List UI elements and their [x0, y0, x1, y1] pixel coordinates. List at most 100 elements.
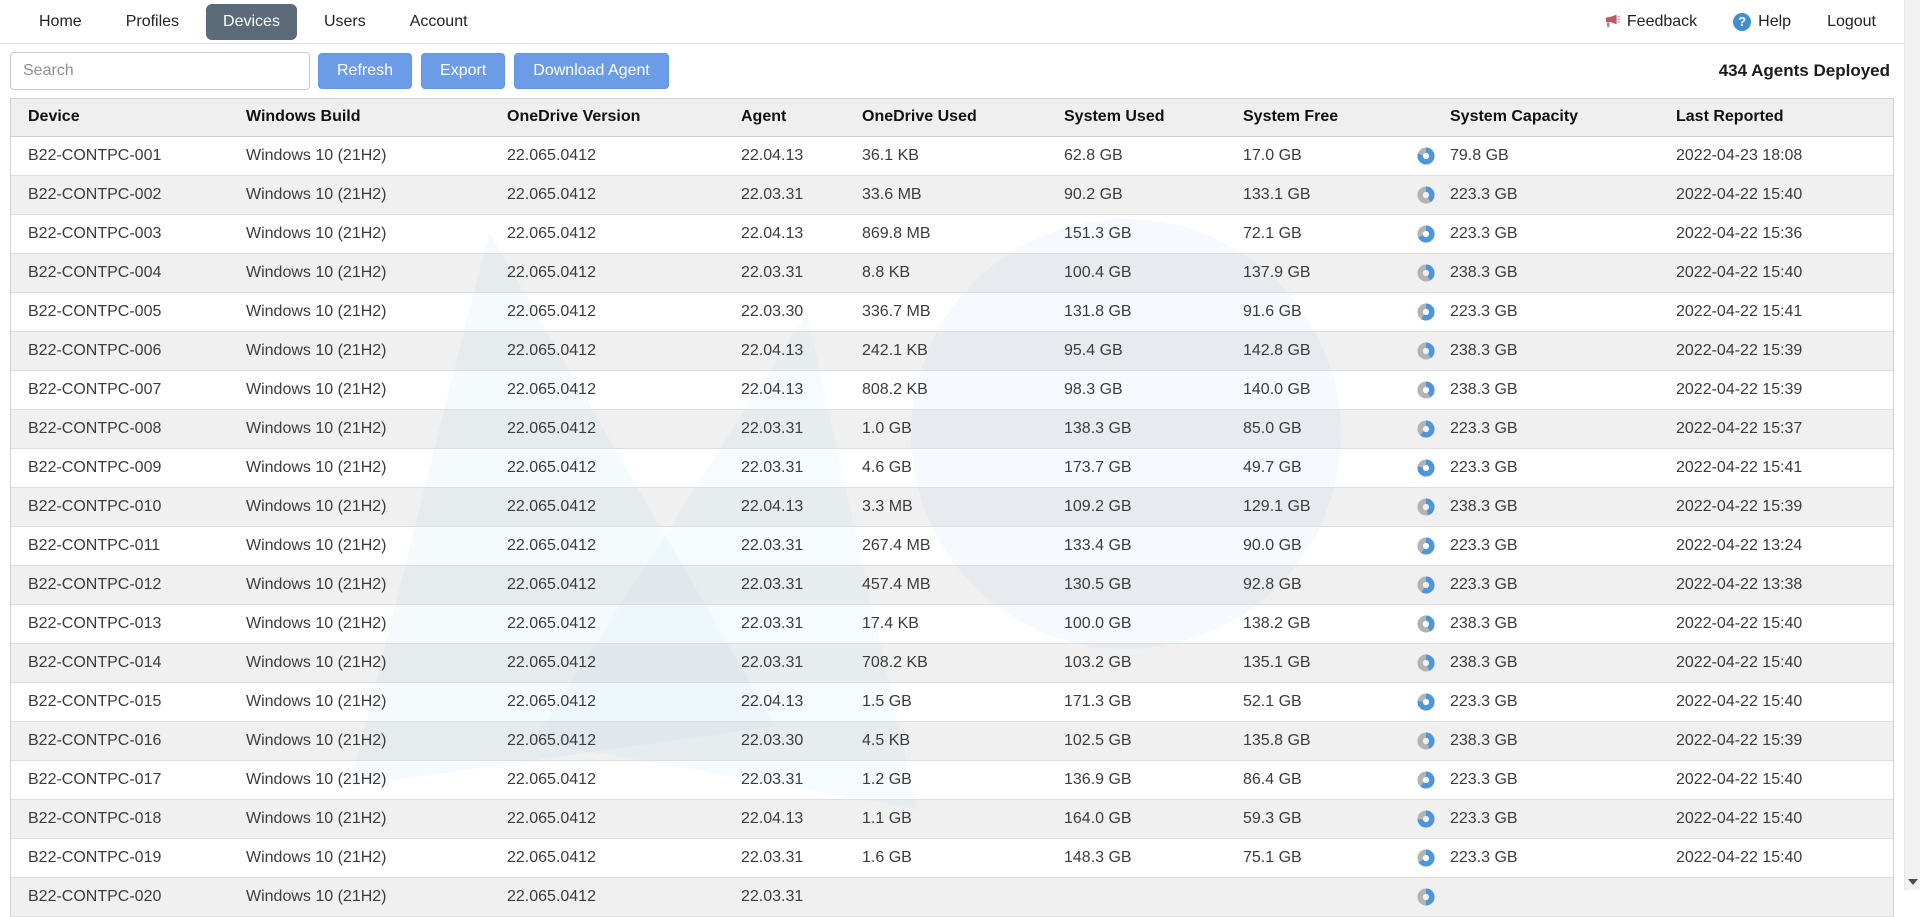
cell-windows-build: Windows 10 (21H2) [229, 214, 490, 253]
capacity-value: 238.3 GB [1450, 654, 1518, 672]
vertical-scrollbar[interactable] [1904, 0, 1920, 890]
cell-agent: 22.04.13 [724, 214, 845, 253]
col-header-system-free[interactable]: System Free [1226, 99, 1400, 136]
cell-agent: 22.04.13 [724, 487, 845, 526]
cell-last-reported: 2022-04-22 15:40 [1659, 253, 1893, 292]
cell-system-free: 133.1 GB [1226, 175, 1400, 214]
cell-last-reported: 2022-04-22 15:40 [1659, 799, 1893, 838]
cell-windows-build: Windows 10 (21H2) [229, 565, 490, 604]
table-row[interactable]: B22-CONTPC-014Windows 10 (21H2)22.065.04… [11, 643, 1893, 682]
col-header-windows-build[interactable]: Windows Build [229, 99, 490, 136]
col-header-device[interactable]: Device [11, 99, 229, 136]
cell-windows-build: Windows 10 (21H2) [229, 448, 490, 487]
cell-windows-build: Windows 10 (21H2) [229, 877, 490, 916]
cell-agent: 22.04.13 [724, 136, 845, 175]
cell-system-capacity: 238.3 GB [1400, 721, 1659, 760]
table-row[interactable]: B22-CONTPC-005Windows 10 (21H2)22.065.04… [11, 292, 1893, 331]
cell-system-free: 91.6 GB [1226, 292, 1400, 331]
capacity-donut-icon [1417, 186, 1435, 204]
col-header-agent[interactable]: Agent [724, 99, 845, 136]
cell-system-free: 140.0 GB [1226, 370, 1400, 409]
table-row[interactable]: B22-CONTPC-002Windows 10 (21H2)22.065.04… [11, 175, 1893, 214]
cell-windows-build: Windows 10 (21H2) [229, 136, 490, 175]
cell-device: B22-CONTPC-001 [11, 136, 229, 175]
table-row[interactable]: B22-CONTPC-008Windows 10 (21H2)22.065.04… [11, 409, 1893, 448]
cell-onedrive-version: 22.065.0412 [490, 175, 724, 214]
nav-item-users[interactable]: Users [307, 4, 383, 40]
cell-agent: 22.04.13 [724, 682, 845, 721]
nav-item-profiles[interactable]: Profiles [109, 4, 196, 40]
table-row[interactable]: B22-CONTPC-011Windows 10 (21H2)22.065.04… [11, 526, 1893, 565]
cell-onedrive-used: 1.0 GB [845, 409, 1047, 448]
table-row[interactable]: B22-CONTPC-001Windows 10 (21H2)22.065.04… [11, 136, 1893, 175]
cell-system-used: 100.4 GB [1047, 253, 1226, 292]
table-row[interactable]: B22-CONTPC-006Windows 10 (21H2)22.065.04… [11, 331, 1893, 370]
capacity-donut-icon [1417, 771, 1435, 789]
nav-item-account[interactable]: Account [393, 4, 485, 40]
table-row[interactable]: B22-CONTPC-012Windows 10 (21H2)22.065.04… [11, 565, 1893, 604]
refresh-button[interactable]: Refresh [318, 53, 412, 89]
table-row[interactable]: B22-CONTPC-003Windows 10 (21H2)22.065.04… [11, 214, 1893, 253]
cell-device: B22-CONTPC-005 [11, 292, 229, 331]
download-agent-button[interactable]: Download Agent [514, 53, 669, 89]
cell-last-reported [1659, 877, 1893, 916]
capacity-value: 223.3 GB [1450, 420, 1518, 438]
cell-system-capacity: 223.3 GB [1400, 175, 1659, 214]
cell-windows-build: Windows 10 (21H2) [229, 760, 490, 799]
table-row[interactable]: B22-CONTPC-017Windows 10 (21H2)22.065.04… [11, 760, 1893, 799]
col-header-onedrive-used[interactable]: OneDrive Used [845, 99, 1047, 136]
cell-device: B22-CONTPC-015 [11, 682, 229, 721]
feedback-label: Feedback [1627, 13, 1697, 31]
table-row[interactable]: B22-CONTPC-004Windows 10 (21H2)22.065.04… [11, 253, 1893, 292]
help-label: Help [1758, 13, 1791, 31]
table-row[interactable]: B22-CONTPC-013Windows 10 (21H2)22.065.04… [11, 604, 1893, 643]
cell-last-reported: 2022-04-22 15:40 [1659, 175, 1893, 214]
cell-system-free: 49.7 GB [1226, 448, 1400, 487]
table-row[interactable]: B22-CONTPC-016Windows 10 (21H2)22.065.04… [11, 721, 1893, 760]
cell-system-capacity: 238.3 GB [1400, 643, 1659, 682]
cell-onedrive-used: 36.1 KB [845, 136, 1047, 175]
cell-agent: 22.03.31 [724, 877, 845, 916]
cell-onedrive-version: 22.065.0412 [490, 799, 724, 838]
cell-onedrive-used: 336.7 MB [845, 292, 1047, 331]
nav-tabs: Home Profiles Devices Users Account [22, 4, 485, 40]
search-input[interactable] [10, 52, 310, 90]
table-row[interactable]: B22-CONTPC-009Windows 10 (21H2)22.065.04… [11, 448, 1893, 487]
cell-last-reported: 2022-04-22 15:39 [1659, 331, 1893, 370]
cell-device: B22-CONTPC-009 [11, 448, 229, 487]
scroll-down-arrow-icon[interactable] [1908, 879, 1918, 885]
cell-last-reported: 2022-04-22 15:40 [1659, 604, 1893, 643]
nav-item-home[interactable]: Home [22, 4, 99, 40]
cell-agent: 22.03.31 [724, 448, 845, 487]
nav-item-devices[interactable]: Devices [206, 4, 297, 40]
cell-onedrive-used: 1.6 GB [845, 838, 1047, 877]
cell-windows-build: Windows 10 (21H2) [229, 370, 490, 409]
cell-last-reported: 2022-04-23 18:08 [1659, 136, 1893, 175]
table-row[interactable]: B22-CONTPC-019Windows 10 (21H2)22.065.04… [11, 838, 1893, 877]
cell-device: B22-CONTPC-013 [11, 604, 229, 643]
table-row[interactable]: B22-CONTPC-010Windows 10 (21H2)22.065.04… [11, 487, 1893, 526]
cell-system-used: 164.0 GB [1047, 799, 1226, 838]
col-header-last-reported[interactable]: Last Reported [1659, 99, 1893, 136]
logout-label: Logout [1827, 13, 1876, 31]
cell-device: B22-CONTPC-020 [11, 877, 229, 916]
col-header-system-capacity[interactable]: System Capacity [1400, 99, 1659, 136]
help-link[interactable]: ? Help [1733, 13, 1791, 31]
export-button[interactable]: Export [421, 53, 505, 89]
col-header-system-used[interactable]: System Used [1047, 99, 1226, 136]
cell-onedrive-version: 22.065.0412 [490, 370, 724, 409]
col-header-onedrive-version[interactable]: OneDrive Version [490, 99, 724, 136]
feedback-link[interactable]: Feedback [1603, 13, 1697, 31]
table-row[interactable]: B22-CONTPC-015Windows 10 (21H2)22.065.04… [11, 682, 1893, 721]
capacity-donut-icon [1417, 342, 1435, 360]
capacity-value: 238.3 GB [1450, 381, 1518, 399]
capacity-value: 238.3 GB [1450, 498, 1518, 516]
table-row[interactable]: B22-CONTPC-018Windows 10 (21H2)22.065.04… [11, 799, 1893, 838]
cell-last-reported: 2022-04-22 15:40 [1659, 838, 1893, 877]
table-row[interactable]: B22-CONTPC-020Windows 10 (21H2)22.065.04… [11, 877, 1893, 916]
logout-link[interactable]: Logout [1827, 13, 1876, 31]
cell-last-reported: 2022-04-22 15:37 [1659, 409, 1893, 448]
table-row[interactable]: B22-CONTPC-007Windows 10 (21H2)22.065.04… [11, 370, 1893, 409]
capacity-donut-icon [1417, 381, 1435, 399]
cell-system-used: 151.3 GB [1047, 214, 1226, 253]
